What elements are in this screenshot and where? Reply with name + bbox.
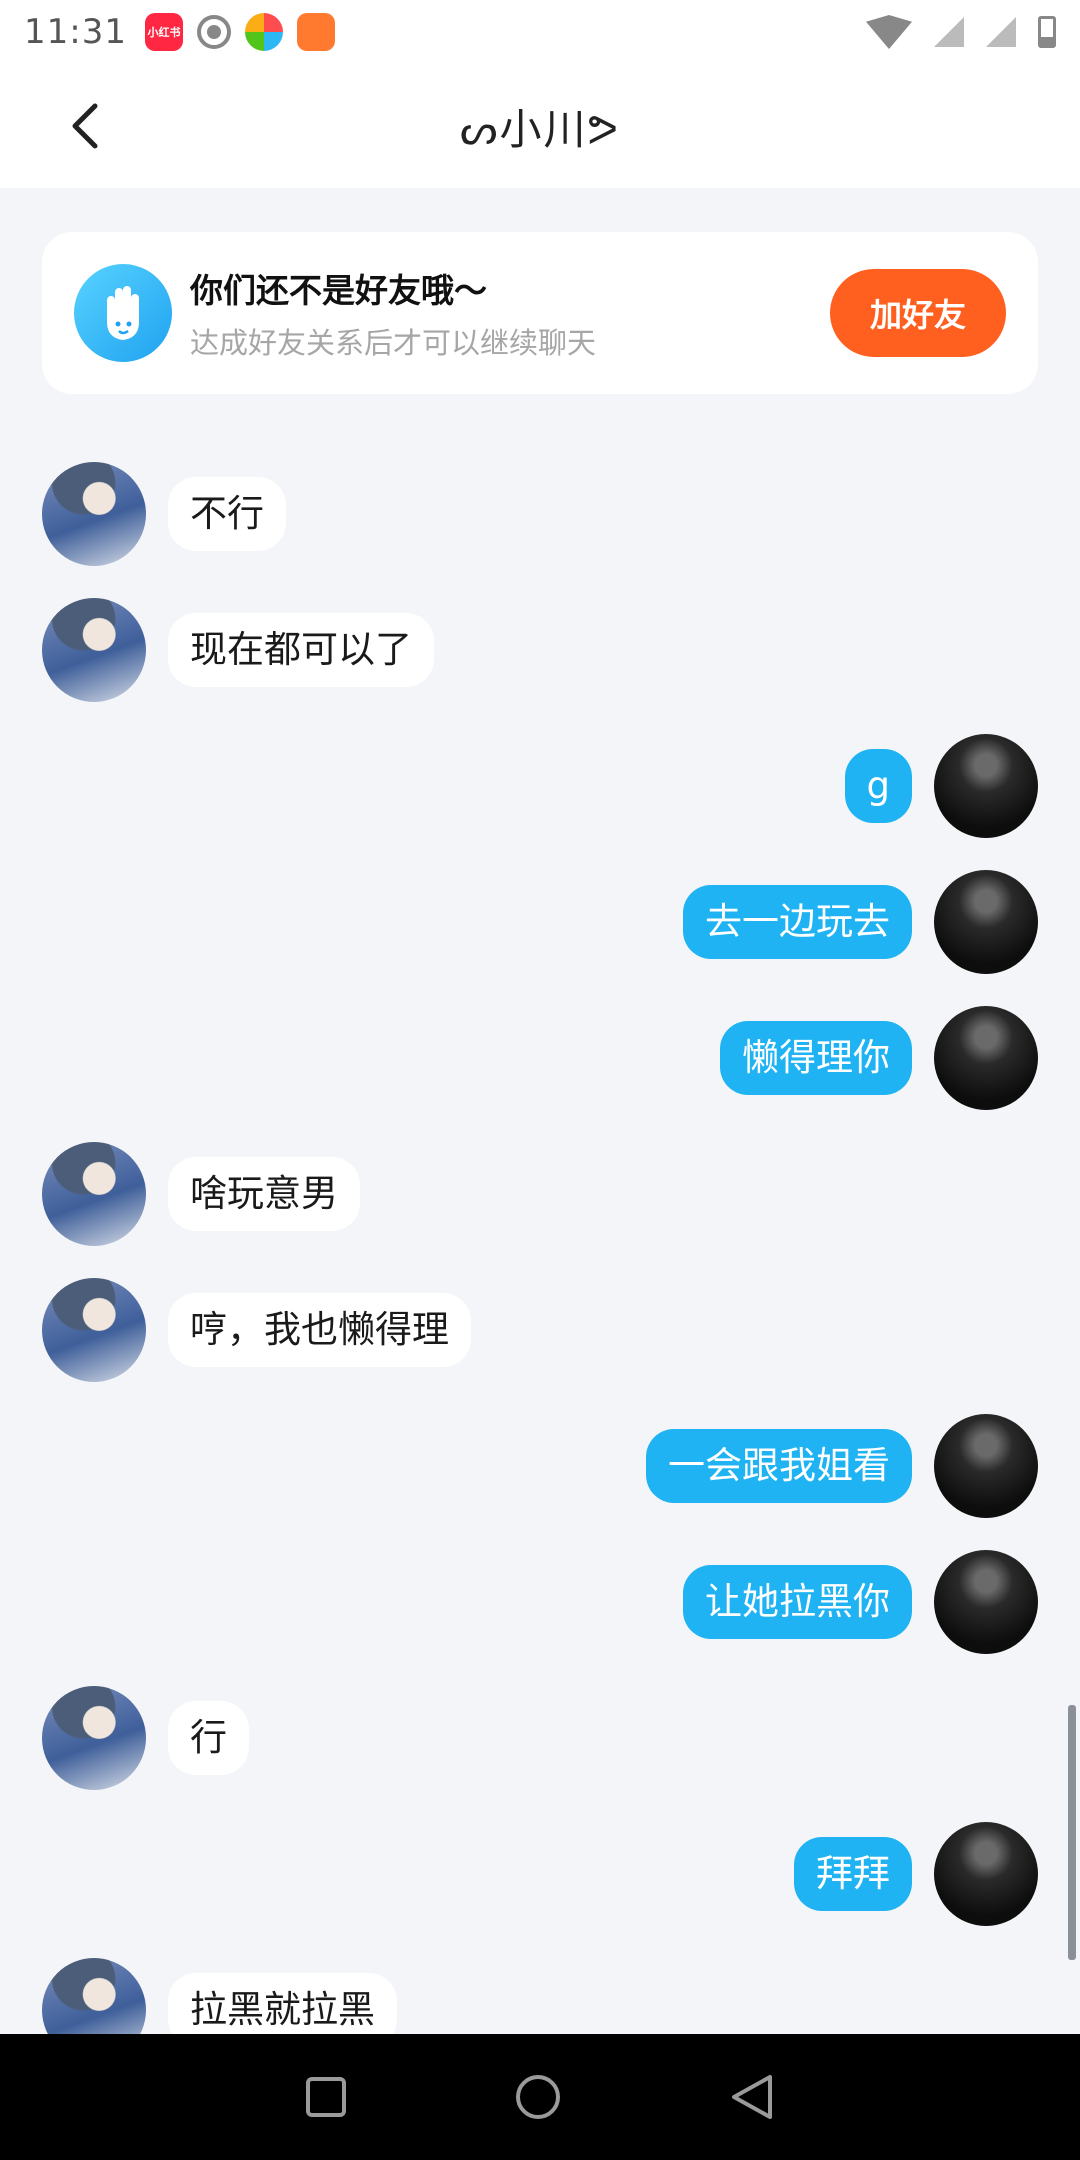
message-incoming: 哼，我也懒得理	[42, 1278, 471, 1382]
status-bar: 11:31 小红书	[0, 0, 1080, 64]
friend-notice-title: 你们还不是好友哦～	[190, 271, 487, 310]
message-outgoing: 一会跟我姐看	[646, 1414, 1038, 1518]
message-incoming: 不行	[42, 462, 286, 566]
avatar[interactable]	[42, 1278, 146, 1382]
chevron-left-icon	[72, 103, 98, 149]
friend-notice-subtitle: 达成好友关系后才可以继续聊天	[190, 326, 597, 360]
kuaishou-app-icon	[296, 13, 335, 51]
message-outgoing: 拜拜	[794, 1822, 1038, 1926]
message-bubble[interactable]: 不行	[168, 477, 286, 551]
message-incoming: 行	[42, 1686, 249, 1790]
status-time: 11:31	[24, 12, 127, 52]
avatar[interactable]	[42, 598, 146, 702]
avatar[interactable]	[934, 1822, 1038, 1926]
avatar[interactable]	[934, 870, 1038, 974]
status-app-icons: 小红书	[144, 13, 335, 51]
chat-header: ᔕ小川ᕗ	[0, 64, 1080, 188]
avatar[interactable]	[42, 1686, 146, 1790]
message-incoming: 啥玩意男	[42, 1142, 360, 1246]
avatar[interactable]	[934, 1414, 1038, 1518]
hand-wave-icon	[74, 264, 172, 362]
battery-icon	[1038, 16, 1056, 48]
xiaohongshu-app-icon: 小红书	[144, 13, 183, 51]
back-triangle-icon[interactable]	[730, 2073, 774, 2121]
avatar[interactable]	[934, 734, 1038, 838]
wifi-icon	[866, 15, 912, 49]
recent-apps-icon[interactable]	[306, 2077, 346, 2117]
avatar[interactable]	[42, 462, 146, 566]
signal-off-icon	[934, 17, 964, 47]
colorful-app-icon	[244, 13, 283, 51]
message-bubble[interactable]: 懒得理你	[720, 1021, 912, 1095]
record-app-icon	[196, 15, 231, 49]
friend-notice-card: 你们还不是好友哦～ 达成好友关系后才可以继续聊天 加好友	[42, 232, 1038, 394]
message-bubble[interactable]: 让她拉黑你	[683, 1565, 912, 1639]
system-navigation-bar	[0, 2034, 1080, 2160]
avatar[interactable]	[934, 1006, 1038, 1110]
message-bubble[interactable]: 现在都可以了	[168, 613, 434, 687]
avatar[interactable]	[42, 1142, 146, 1246]
avatar[interactable]	[934, 1550, 1038, 1654]
chat-title: ᔕ小川ᕗ	[460, 104, 620, 154]
message-bubble[interactable]: 哼，我也懒得理	[168, 1293, 471, 1367]
message-bubble[interactable]: 去一边玩去	[683, 885, 912, 959]
scrollbar[interactable]	[1068, 1705, 1076, 1960]
message-incoming: 现在都可以了	[42, 598, 434, 702]
signal-off-icon-2	[986, 17, 1016, 47]
message-bubble[interactable]: g	[844, 749, 912, 823]
message-outgoing: 让她拉黑你	[683, 1550, 1038, 1654]
status-indicators	[866, 15, 1056, 49]
message-bubble[interactable]: 行	[168, 1701, 249, 1775]
message-outgoing: 懒得理你	[720, 1006, 1038, 1110]
add-friend-button[interactable]: 加好友	[830, 269, 1006, 357]
message-bubble[interactable]: 拜拜	[794, 1837, 912, 1911]
message-outgoing: 去一边玩去	[683, 870, 1038, 974]
friend-notice-text: 你们还不是好友哦～ 达成好友关系后才可以继续聊天	[190, 264, 596, 362]
message-bubble[interactable]: 啥玩意男	[168, 1157, 360, 1231]
home-icon[interactable]	[516, 2075, 560, 2119]
message-bubble[interactable]: 一会跟我姐看	[646, 1429, 912, 1503]
back-button[interactable]	[60, 102, 108, 150]
message-outgoing: g	[844, 734, 1038, 838]
